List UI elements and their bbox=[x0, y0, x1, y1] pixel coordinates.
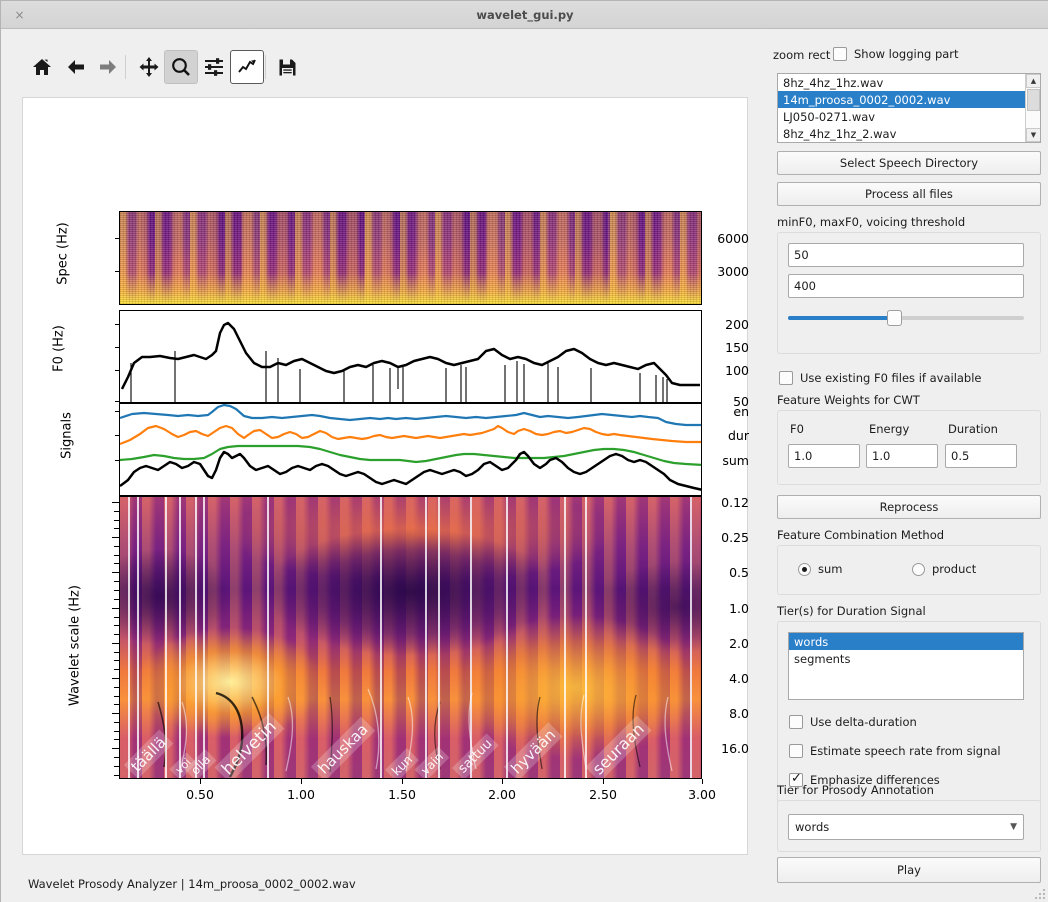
duration-tiers-label: Tier(s) for Duration Signal bbox=[777, 604, 926, 618]
sidebar-top-row: zoom rect Show logging part bbox=[769, 45, 1048, 69]
back-arrow-icon[interactable] bbox=[59, 50, 93, 84]
resize-grip-icon[interactable] bbox=[1034, 888, 1046, 900]
radio-label: product bbox=[932, 562, 977, 576]
checkbox-label: Use existing F0 files if available bbox=[800, 371, 982, 385]
list-item[interactable]: 14m_proosa_0002_0002.wav bbox=[778, 91, 1040, 108]
checkbox-box[interactable] bbox=[789, 715, 803, 729]
max-f0-input[interactable]: 400 bbox=[788, 274, 1024, 298]
list-item[interactable]: segments bbox=[789, 650, 1023, 667]
voicing-threshold-slider[interactable] bbox=[788, 309, 1024, 327]
spec-axis-label: Spec (Hz) bbox=[55, 222, 71, 285]
radio-sum[interactable]: sum bbox=[798, 562, 842, 576]
scroll-thumb[interactable] bbox=[1027, 89, 1040, 111]
feature-weights-group: F0 Energy Duration 1.0 1.0 0.5 bbox=[777, 410, 1041, 485]
radio-button[interactable] bbox=[798, 562, 811, 576]
prosody-tier-label: Tier for Prosody Annotation bbox=[777, 783, 934, 797]
signals-axis-label: Signals bbox=[59, 412, 75, 459]
x-tick-label: 1.50 bbox=[388, 787, 416, 802]
duration-tiers-group: words segments Use delta-duration Estima… bbox=[777, 621, 1041, 807]
sliders-subplot-icon[interactable] bbox=[197, 50, 231, 84]
combination-method-label: Feature Combination Method bbox=[777, 528, 945, 542]
weight-col-header-duration: Duration bbox=[948, 422, 998, 436]
magnifier-zoom-icon[interactable] bbox=[164, 50, 198, 84]
wavelet-axis-label: Wavelet scale (Hz) bbox=[67, 585, 83, 706]
radio-button[interactable] bbox=[912, 562, 925, 576]
dropdown-value: words bbox=[795, 820, 830, 834]
list-item[interactable]: LJ050-0271.wav bbox=[778, 108, 1040, 125]
radio-label: sum bbox=[818, 562, 843, 576]
x-tick-label: 0.50 bbox=[186, 787, 214, 802]
file-list-scrollbar[interactable]: ▲ ▼ bbox=[1025, 74, 1040, 142]
checkbox-label: Estimate speech rate from signal bbox=[810, 744, 1001, 758]
show-logging-checkbox[interactable]: Show logging part bbox=[833, 47, 959, 61]
forward-arrow-icon[interactable] bbox=[91, 50, 125, 84]
checkbox-box[interactable] bbox=[833, 47, 847, 61]
checkbox-box[interactable] bbox=[789, 744, 803, 758]
use-delta-duration-checkbox[interactable]: Use delta-duration bbox=[789, 715, 917, 729]
estimate-speech-rate-checkbox[interactable]: Estimate speech rate from signal bbox=[789, 744, 1001, 758]
duration-weight-input[interactable]: 0.5 bbox=[945, 444, 1017, 468]
use-existing-f0-checkbox[interactable]: Use existing F0 files if available bbox=[779, 371, 982, 385]
list-item[interactable]: 8hz_4hz_1hz.wav bbox=[778, 74, 1040, 91]
status-text: Wavelet Prosody Analyzer | 14m_proosa_00… bbox=[28, 877, 356, 891]
x-tick-label: 2.00 bbox=[488, 787, 516, 802]
f0-contour-plot[interactable] bbox=[119, 310, 702, 403]
x-tick-label: 3.00 bbox=[688, 787, 716, 802]
x-tick-label: 2.50 bbox=[589, 787, 617, 802]
signals-plot[interactable] bbox=[119, 403, 702, 496]
control-sidebar: zoom rect Show logging part 8hz_4hz_1hz.… bbox=[769, 29, 1048, 902]
toolbar-divider-1 bbox=[125, 55, 126, 79]
toolbar-divider-2 bbox=[265, 55, 266, 79]
reprocess-button[interactable]: Reprocess bbox=[777, 495, 1041, 519]
x-tick-label: 1.00 bbox=[287, 787, 315, 802]
curve-style-icon[interactable] bbox=[230, 50, 264, 84]
f0-axis-label: F0 (Hz) bbox=[51, 325, 67, 372]
list-item[interactable]: 8hz_4hz_1hz_2.wav bbox=[778, 125, 1040, 142]
matplotlib-toolbar bbox=[1, 45, 769, 89]
slider-knob[interactable] bbox=[887, 310, 903, 326]
prosody-tier-dropdown[interactable]: words ▼ bbox=[788, 814, 1024, 840]
signal-curves bbox=[120, 404, 701, 491]
figure-area: Spec (Hz) 6000 3000 F0 (Hz) 200 150 100 … bbox=[23, 98, 749, 856]
window-title: wavelet_gui.py bbox=[476, 8, 574, 22]
chevron-down-icon[interactable]: ▼ bbox=[1010, 822, 1017, 832]
f0-curve bbox=[120, 321, 700, 402]
wavelet-scalogram-plot[interactable]: täällä voi olla helvetin hauskaa kun vai… bbox=[119, 496, 702, 779]
home-icon[interactable] bbox=[25, 50, 59, 84]
file-list[interactable]: 8hz_4hz_1hz.wav 14m_proosa_0002_0002.wav… bbox=[777, 73, 1041, 143]
prosody-tier-group: words ▼ bbox=[777, 800, 1041, 852]
weight-col-header-energy: Energy bbox=[869, 422, 910, 436]
f0-group-label: minF0, maxF0, voicing threshold bbox=[777, 215, 966, 229]
scroll-up-icon[interactable]: ▲ bbox=[1026, 74, 1040, 88]
feature-weights-label: Feature Weights for CWT bbox=[777, 393, 920, 407]
energy-weight-input[interactable]: 1.0 bbox=[866, 444, 938, 468]
play-button[interactable]: Play bbox=[777, 857, 1041, 883]
checkbox-label: Use delta-duration bbox=[810, 715, 917, 729]
spectrogram-plot[interactable] bbox=[119, 211, 702, 305]
spectrogram-texture bbox=[120, 212, 701, 304]
f0-weight-input[interactable]: 1.0 bbox=[788, 444, 860, 468]
duration-tier-list[interactable]: words segments bbox=[788, 632, 1024, 700]
zoom-rect-label: zoom rect bbox=[773, 48, 831, 62]
application-window: × wavelet_gui.py Spec (Hz) 6000 3000 F0 … bbox=[0, 0, 1048, 902]
scroll-down-icon[interactable]: ▼ bbox=[1026, 128, 1040, 142]
f0-settings-group: 50 400 bbox=[777, 232, 1041, 354]
pan-move-icon[interactable] bbox=[132, 50, 166, 84]
plot-pane: Spec (Hz) 6000 3000 F0 (Hz) 200 150 100 … bbox=[1, 29, 769, 902]
list-item[interactable]: words bbox=[789, 633, 1023, 650]
min-f0-input[interactable]: 50 bbox=[788, 243, 1024, 267]
checkbox-label: Show logging part bbox=[854, 47, 959, 61]
combination-method-group: sum product bbox=[777, 545, 1041, 595]
floppy-save-icon[interactable] bbox=[270, 50, 304, 84]
radio-product[interactable]: product bbox=[912, 562, 976, 576]
select-speech-directory-button[interactable]: Select Speech Directory bbox=[777, 151, 1041, 175]
window-titlebar: × wavelet_gui.py bbox=[1, 1, 1048, 29]
figure-canvas[interactable]: Spec (Hz) 6000 3000 F0 (Hz) 200 150 100 … bbox=[22, 97, 749, 856]
process-all-files-button[interactable]: Process all files bbox=[777, 182, 1041, 206]
weight-col-header-f0: F0 bbox=[790, 422, 804, 436]
checkbox-box[interactable] bbox=[779, 371, 793, 385]
slider-fill bbox=[788, 316, 897, 320]
